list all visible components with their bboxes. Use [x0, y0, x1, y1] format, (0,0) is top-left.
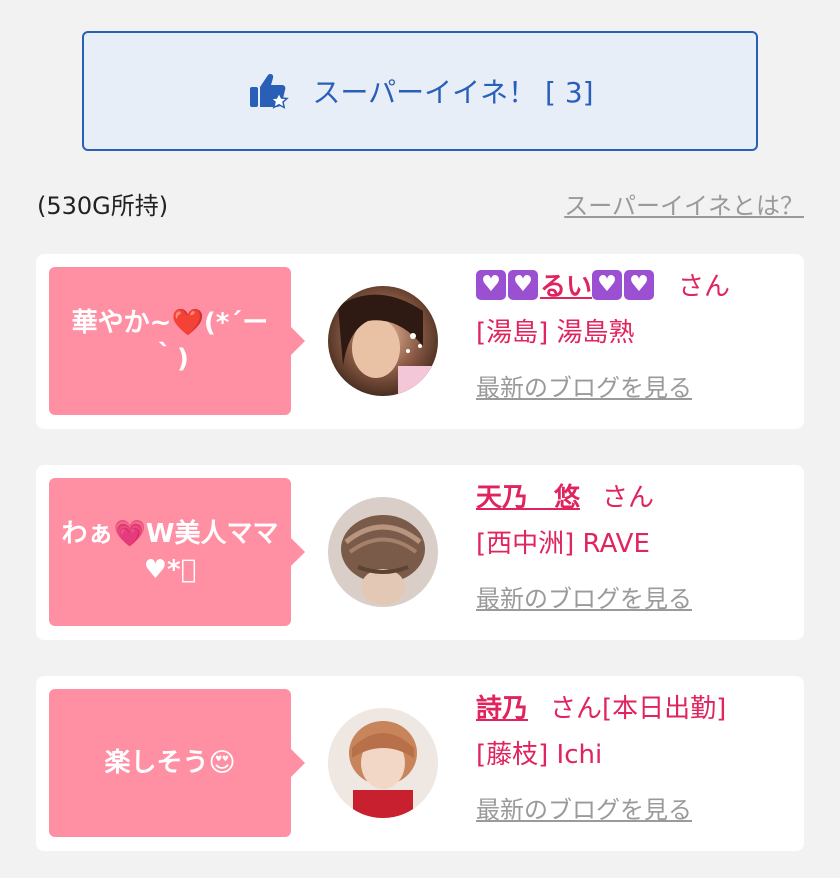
latest-blog-link[interactable]: 最新のブログを見る [476, 579, 692, 614]
girl-name-link[interactable]: 詩乃 [476, 694, 528, 724]
latest-blog-link[interactable]: 最新のブログを見る [476, 790, 692, 825]
message-bubble: 楽しそう😍 [49, 689, 305, 837]
honorific: さん [678, 272, 731, 302]
message-text: 華やか~❤️(*´ー｀) [71, 308, 269, 374]
message-text: 楽しそう😍 [104, 748, 236, 778]
latest-blog-link[interactable]: 最新のブログを見る [476, 368, 692, 403]
avatar[interactable] [328, 497, 438, 607]
honorific: さん [550, 694, 603, 724]
iine-card: わぁ💗W美人ママ♥︎*ﾟ 天乃 悠さん [西中洲] RAVE 最新のブログを見る [36, 465, 804, 640]
girl-info: ♥ ♥ るい ♥ ♥ さん [湯島] 湯島熟 最新のブログを見る [476, 264, 794, 403]
avatar[interactable] [328, 286, 438, 396]
shop-name: [藤枝] Ichi [476, 740, 603, 770]
girl-name: るい [540, 272, 593, 302]
heart-decoration-icon: ♥ [592, 270, 623, 300]
girl-info: 天乃 悠さん [西中洲] RAVE 最新のブログを見る [476, 475, 794, 614]
what-is-super-iine-link[interactable]: スーパーイイネとは？ [564, 186, 804, 221]
thumbs-up-star-icon [246, 69, 290, 113]
shop-name: [西中洲] RAVE [476, 529, 650, 559]
gold-balance: (530G所持) [37, 192, 169, 220]
avatar[interactable] [328, 708, 438, 818]
super-iine-label: スーパーイイネ！ [ 3] [312, 76, 594, 109]
girl-name-link[interactable]: 天乃 悠 [476, 483, 580, 513]
message-bubble: 華やか~❤️(*´ー｀) [49, 267, 305, 415]
shop-name: [湯島] 湯島熟 [476, 318, 635, 348]
iine-card: 楽しそう😍 詩乃 さん[本日出勤] [藤枝] Ichi 最新のブログを見る [36, 676, 804, 851]
name-line: 詩乃 さん[本日出勤] [476, 686, 794, 732]
super-iine-button[interactable]: スーパーイイネ！ [ 3] [82, 31, 758, 151]
iine-card: 華やか~❤️(*´ー｀) ♥ ♥ るい ♥ ♥ さん [湯島] 湯島熟 最新のブログを見る [36, 254, 804, 429]
name-line: ♥ ♥ るい ♥ ♥ さん [476, 264, 794, 310]
girl-name-link[interactable]: ♥ ♥ るい ♥ ♥ [476, 270, 656, 302]
work-status: [本日出勤] [602, 694, 727, 724]
honorific: さん [602, 483, 655, 513]
heart-decoration-icon: ♥ [476, 270, 506, 300]
heart-decoration-icon: ♥ [508, 270, 538, 300]
message-bubble: わぁ💗W美人ママ♥︎*ﾟ [49, 478, 305, 626]
message-text: わぁ💗W美人ママ♥︎*ﾟ [61, 519, 279, 585]
name-line: 天乃 悠さん [476, 475, 794, 521]
girl-info: 詩乃 さん[本日出勤] [藤枝] Ichi 最新のブログを見る [476, 686, 794, 825]
heart-decoration-icon: ♥ [624, 270, 655, 300]
